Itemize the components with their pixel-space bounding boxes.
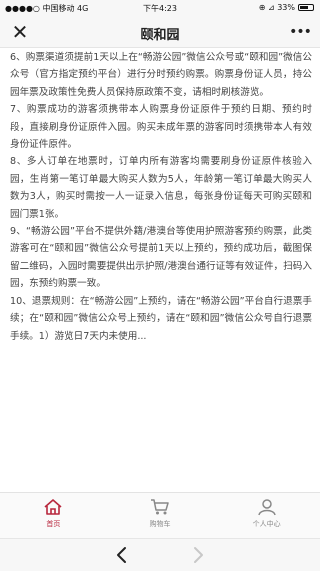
battery-icon (298, 4, 314, 11)
nav-bar: ✕ 颐和园 ••• (0, 16, 320, 48)
tab-profile-label: 个人中心 (252, 520, 281, 528)
more-icon[interactable]: ••• (288, 20, 312, 44)
rule-paragraph-8: 8、多人订单在地票时，订单内所有游客均需要刷身份证原件核验入园，生肖第一笔订单最… (10, 156, 312, 220)
rule-paragraph-10: 10、退票规则：在“畅游公园”上预约，请在“畅游公园”平台自行退票手续；在“颐和… (10, 295, 312, 342)
rule-paragraph-6: 6、购票渠道须提前1天以上在“畅游公园”微信公众号或“颐和园”微信公众号（官方指… (10, 52, 312, 98)
status-indicators: ⊕ ⊿ 33% (259, 3, 314, 12)
article-content[interactable]: 6、购票渠道须提前1天以上在“畅游公园”微信公众号或“颐和园”微信公众号（官方指… (0, 49, 320, 492)
home-icon (44, 499, 62, 515)
rule-paragraph-9: 9、“畅游公园”平台不提供外籍/港澳台等使用护照游客预约购票，此类游客可在“颐和… (10, 226, 312, 290)
user-icon (257, 499, 276, 516)
close-icon[interactable]: ✕ (8, 20, 32, 44)
forward-arrow-icon[interactable] (186, 543, 210, 567)
tab-cart[interactable]: 购物车 (107, 493, 214, 538)
tab-profile[interactable]: 个人中心 (213, 493, 320, 538)
battery-percent: ⊕ ⊿ 33% (258, 3, 295, 12)
bottom-tab-bar: 首页 购物车 个人中心 (0, 492, 320, 538)
cart-icon (151, 499, 169, 515)
back-arrow-icon[interactable] (110, 543, 134, 567)
tab-home[interactable]: 首页 (0, 493, 107, 538)
rule-paragraph-7: 7、购票成功的游客须携带本人购票身份证原件于预约日期、预约时段，直接刷身份证原件… (10, 104, 312, 151)
status-bar: ●●●●○ 中国移动 4G 下午4:23 ⊕ ⊿ 33% (0, 0, 320, 16)
browser-toolbar (0, 538, 320, 571)
page-title: 颐和园 (140, 28, 180, 43)
tab-home-label: 首页 (46, 520, 61, 528)
tab-cart-label: 购物车 (149, 520, 171, 528)
